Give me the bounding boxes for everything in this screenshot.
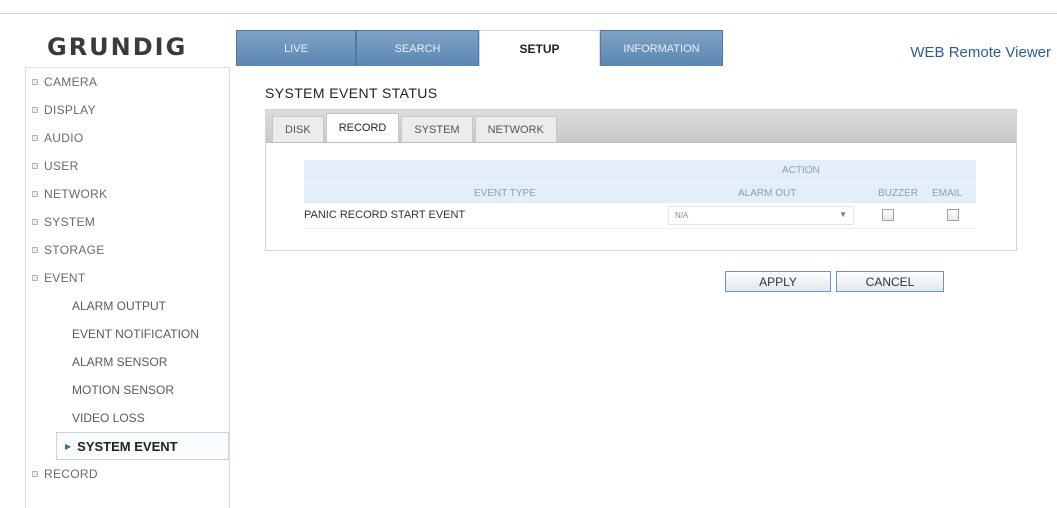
sidebar-subitem-system-event[interactable]: ▶ SYSTEM EVENT [56, 432, 229, 460]
sidebar-item-event[interactable]: EVENT [26, 264, 229, 292]
sidebar-subitem-alarm-output[interactable]: ALARM OUTPUT [26, 292, 229, 320]
subtab-system[interactable]: SYSTEM [401, 116, 473, 142]
sidebar-subitem-alarm-sensor[interactable]: ALARM SENSOR [26, 348, 229, 376]
sidebar-item-label: DISPLAY [44, 103, 96, 117]
action-header: ACTION [782, 165, 820, 176]
email-checkbox[interactable] [947, 209, 959, 221]
table-row: PANIC RECORD START EVENT N/A ▼ [304, 203, 976, 229]
grundig-logo: GRUNDIG [47, 33, 188, 61]
viewer-title: WEB Remote Viewer [910, 44, 1051, 61]
bullet-icon [32, 247, 38, 253]
sidebar-subitem-event-notification[interactable]: EVENT NOTIFICATION [26, 320, 229, 348]
setup-sidebar: CAMERA DISPLAY AUDIO USER NETWORK SYSTEM… [25, 67, 230, 508]
sidebar-item-user[interactable]: USER [26, 152, 229, 180]
sidebar-item-record[interactable]: RECORD [26, 460, 229, 488]
tab-search[interactable]: SEARCH [356, 30, 479, 66]
main-tabs: LIVE SEARCH SETUP INFORMATION [236, 30, 723, 66]
page-title: SYSTEM EVENT STATUS [265, 85, 438, 101]
cancel-button[interactable]: CANCEL [836, 271, 944, 292]
sidebar-item-label: AUDIO [44, 131, 84, 145]
sidebar-item-label: NETWORK [44, 187, 108, 201]
sidebar-item-display[interactable]: DISPLAY [26, 96, 229, 124]
alarm-out-value: N/A [675, 211, 689, 220]
event-status-panel: DISK RECORD SYSTEM NETWORK ACTION EVENT … [265, 109, 1017, 251]
bullet-icon [32, 471, 38, 477]
bullet-icon [32, 219, 38, 225]
alarm-out-header: ALARM OUT [738, 188, 797, 199]
email-header: EMAIL [932, 188, 963, 199]
sidebar-item-label: USER [44, 159, 79, 173]
top-divider [0, 0, 1057, 14]
buzzer-header: BUZZER [878, 188, 918, 199]
chevron-down-icon: ▼ [839, 210, 847, 219]
buzzer-checkbox[interactable] [882, 209, 894, 221]
event-type-cell: PANIC RECORD START EVENT [304, 209, 466, 221]
sidebar-item-label: SYSTEM EVENT [77, 438, 178, 454]
sidebar-item-label: RECORD [44, 467, 98, 481]
sidebar-item-label: CAMERA [44, 75, 98, 89]
table-header-row: EVENT TYPE ALARM OUT BUZZER EMAIL [304, 182, 976, 203]
bullet-icon [32, 107, 38, 113]
sidebar-item-label: STORAGE [44, 243, 105, 257]
sidebar-item-camera[interactable]: CAMERA [26, 68, 229, 96]
alarm-out-select[interactable]: N/A ▼ [668, 206, 854, 225]
sidebar-subitem-motion-sensor[interactable]: MOTION SENSOR [26, 376, 229, 404]
sidebar-item-label: EVENT [44, 271, 86, 285]
subtab-network[interactable]: NETWORK [474, 116, 557, 142]
bullet-icon [32, 275, 38, 281]
subtab-bar: DISK RECORD SYSTEM NETWORK [266, 110, 1016, 143]
table-header-group: ACTION [304, 160, 976, 182]
sidebar-item-storage[interactable]: STORAGE [26, 236, 229, 264]
tab-live[interactable]: LIVE [236, 30, 356, 66]
bullet-icon [32, 191, 38, 197]
arrow-right-icon: ▶ [65, 441, 72, 451]
sidebar-item-audio[interactable]: AUDIO [26, 124, 229, 152]
sidebar-subitem-video-loss[interactable]: VIDEO LOSS [26, 404, 229, 432]
event-type-header: EVENT TYPE [474, 188, 536, 199]
sidebar-item-system[interactable]: SYSTEM [26, 208, 229, 236]
bullet-icon [32, 135, 38, 141]
tab-setup[interactable]: SETUP [479, 30, 600, 66]
subtab-record[interactable]: RECORD [325, 113, 400, 142]
apply-button[interactable]: APPLY [725, 271, 831, 292]
sidebar-item-network[interactable]: NETWORK [26, 180, 229, 208]
sidebar-item-label: SYSTEM [44, 215, 96, 229]
bullet-icon [32, 163, 38, 169]
subtab-disk[interactable]: DISK [272, 116, 324, 142]
bullet-icon [32, 79, 38, 85]
event-table: ACTION EVENT TYPE ALARM OUT BUZZER EMAIL… [304, 160, 976, 229]
tab-information[interactable]: INFORMATION [600, 30, 723, 66]
